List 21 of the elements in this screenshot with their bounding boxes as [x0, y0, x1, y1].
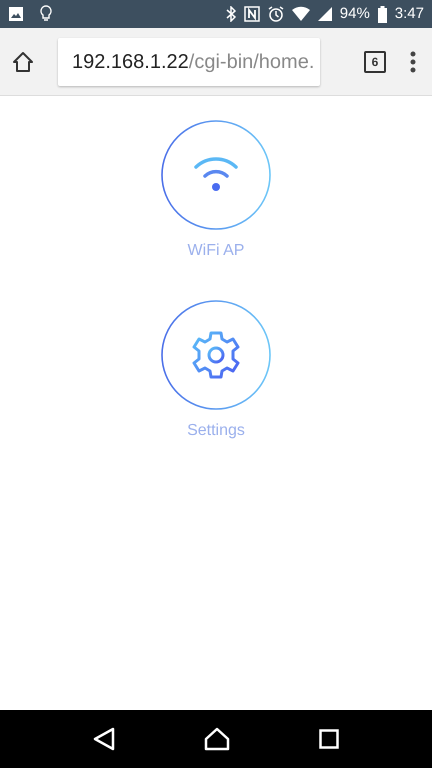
battery-icon [378, 6, 387, 22]
tile-label: WiFi AP [188, 241, 244, 261]
nfc-icon [244, 6, 260, 22]
recents-icon[interactable] [319, 729, 340, 749]
wifi-ap-button[interactable] [161, 120, 271, 230]
cell-signal-icon [318, 6, 332, 22]
bluetooth-icon [226, 6, 236, 22]
lightbulb-icon [40, 5, 52, 23]
url-field[interactable]: 192.168.1.22/cgi-bin/home. [58, 38, 320, 86]
settings-icon [191, 330, 241, 380]
image-icon [8, 6, 24, 22]
tab-count-button[interactable]: 6 [364, 50, 386, 72]
wifi-signal-icon [292, 6, 310, 22]
home-icon[interactable] [12, 50, 34, 72]
clock-time: 3:47 [394, 4, 424, 24]
battery-percent: 94% [340, 4, 370, 24]
settings-button[interactable] [161, 300, 271, 410]
menu-icon[interactable] [410, 50, 416, 72]
tile-label: Settings [187, 421, 245, 441]
back-icon[interactable] [92, 727, 115, 751]
alarm-icon [268, 6, 284, 22]
